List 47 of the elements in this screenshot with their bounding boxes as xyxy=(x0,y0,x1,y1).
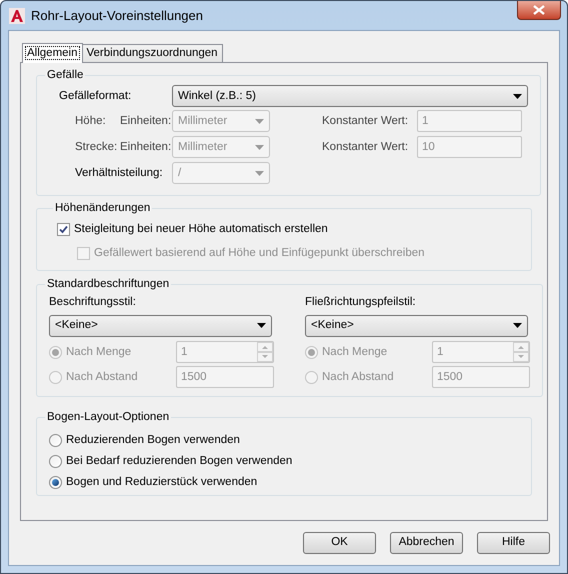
radio-label: Nach Abstand xyxy=(322,370,395,385)
dropdown-arrow-icon xyxy=(255,144,264,150)
field-label: Gefälleformat: xyxy=(59,88,132,104)
dropdown[interactable]: <Keine> xyxy=(49,314,272,337)
radio-label: Nach Menge xyxy=(66,344,132,360)
group-title: Standardbeschriftungen xyxy=(46,276,170,292)
field-label: Einheiten: xyxy=(120,114,172,129)
field-label: Konstanter Wert: xyxy=(322,114,410,129)
dropdown[interactable]: Winkel (z.B.: 5) xyxy=(172,85,528,108)
field-label: Höhe: xyxy=(75,114,107,129)
field-label: Fließrichtungspfeilstil: xyxy=(305,295,417,310)
dialog-button[interactable]: Abbrechen xyxy=(390,532,463,554)
close-icon xyxy=(533,5,545,15)
dialog-button[interactable]: OK xyxy=(303,532,376,554)
app-logo-icon xyxy=(9,8,25,24)
radio-label: Reduzierenden Bogen verwenden xyxy=(66,432,240,448)
checkbox-label: Steigleitung bei neuer Höhe automatisch erstellen xyxy=(74,222,328,237)
dropdown-arrow-icon xyxy=(257,323,266,328)
spin-arrows-icon xyxy=(513,342,529,362)
field-label: Beschriftungsstil: xyxy=(49,295,137,310)
radio-button[interactable] xyxy=(49,476,62,489)
spin-arrows-icon xyxy=(257,342,273,362)
window-title: Rohr-Layout-Voreinstellungen xyxy=(31,6,204,25)
checkbox[interactable] xyxy=(57,223,70,236)
field-label: Konstanter Wert: xyxy=(322,140,410,155)
close-button[interactable] xyxy=(517,1,561,20)
field-label: Strecke: xyxy=(75,140,118,155)
group-title: Gefälle xyxy=(46,68,84,83)
radio-label: Nach Menge xyxy=(322,344,388,360)
dropdown-arrow-icon xyxy=(513,94,522,99)
dropdown[interactable]: <Keine> xyxy=(305,314,528,337)
radio-label: Bei Bedarf reduzierenden Bogen verwenden xyxy=(66,454,292,469)
tab[interactable]: Allgemein xyxy=(22,43,82,63)
field-label: Einheiten: xyxy=(120,140,172,155)
dropdown-arrow-icon xyxy=(513,323,522,328)
dialog-button[interactable]: Hilfe xyxy=(477,532,550,554)
dropdown-arrow-icon xyxy=(255,118,264,124)
group-title: Höhenänderungen xyxy=(54,201,152,216)
radio-button[interactable] xyxy=(49,455,62,468)
radio-button[interactable] xyxy=(49,434,62,447)
radio-label: Bogen und Reduzierstück verwenden xyxy=(66,474,258,490)
field-label: Verhältnisteilung: xyxy=(75,166,164,181)
checkbox-label: Gefällewert basierend auf Höhe und Einfügepunkt überschreiben xyxy=(94,246,425,261)
radio-label: Nach Abstand xyxy=(66,370,139,385)
group-title: Bogen-Layout-Optionen xyxy=(46,410,170,425)
dropdown-arrow-icon xyxy=(255,170,264,176)
tab[interactable]: Verbindungszuordnungen xyxy=(82,44,223,62)
